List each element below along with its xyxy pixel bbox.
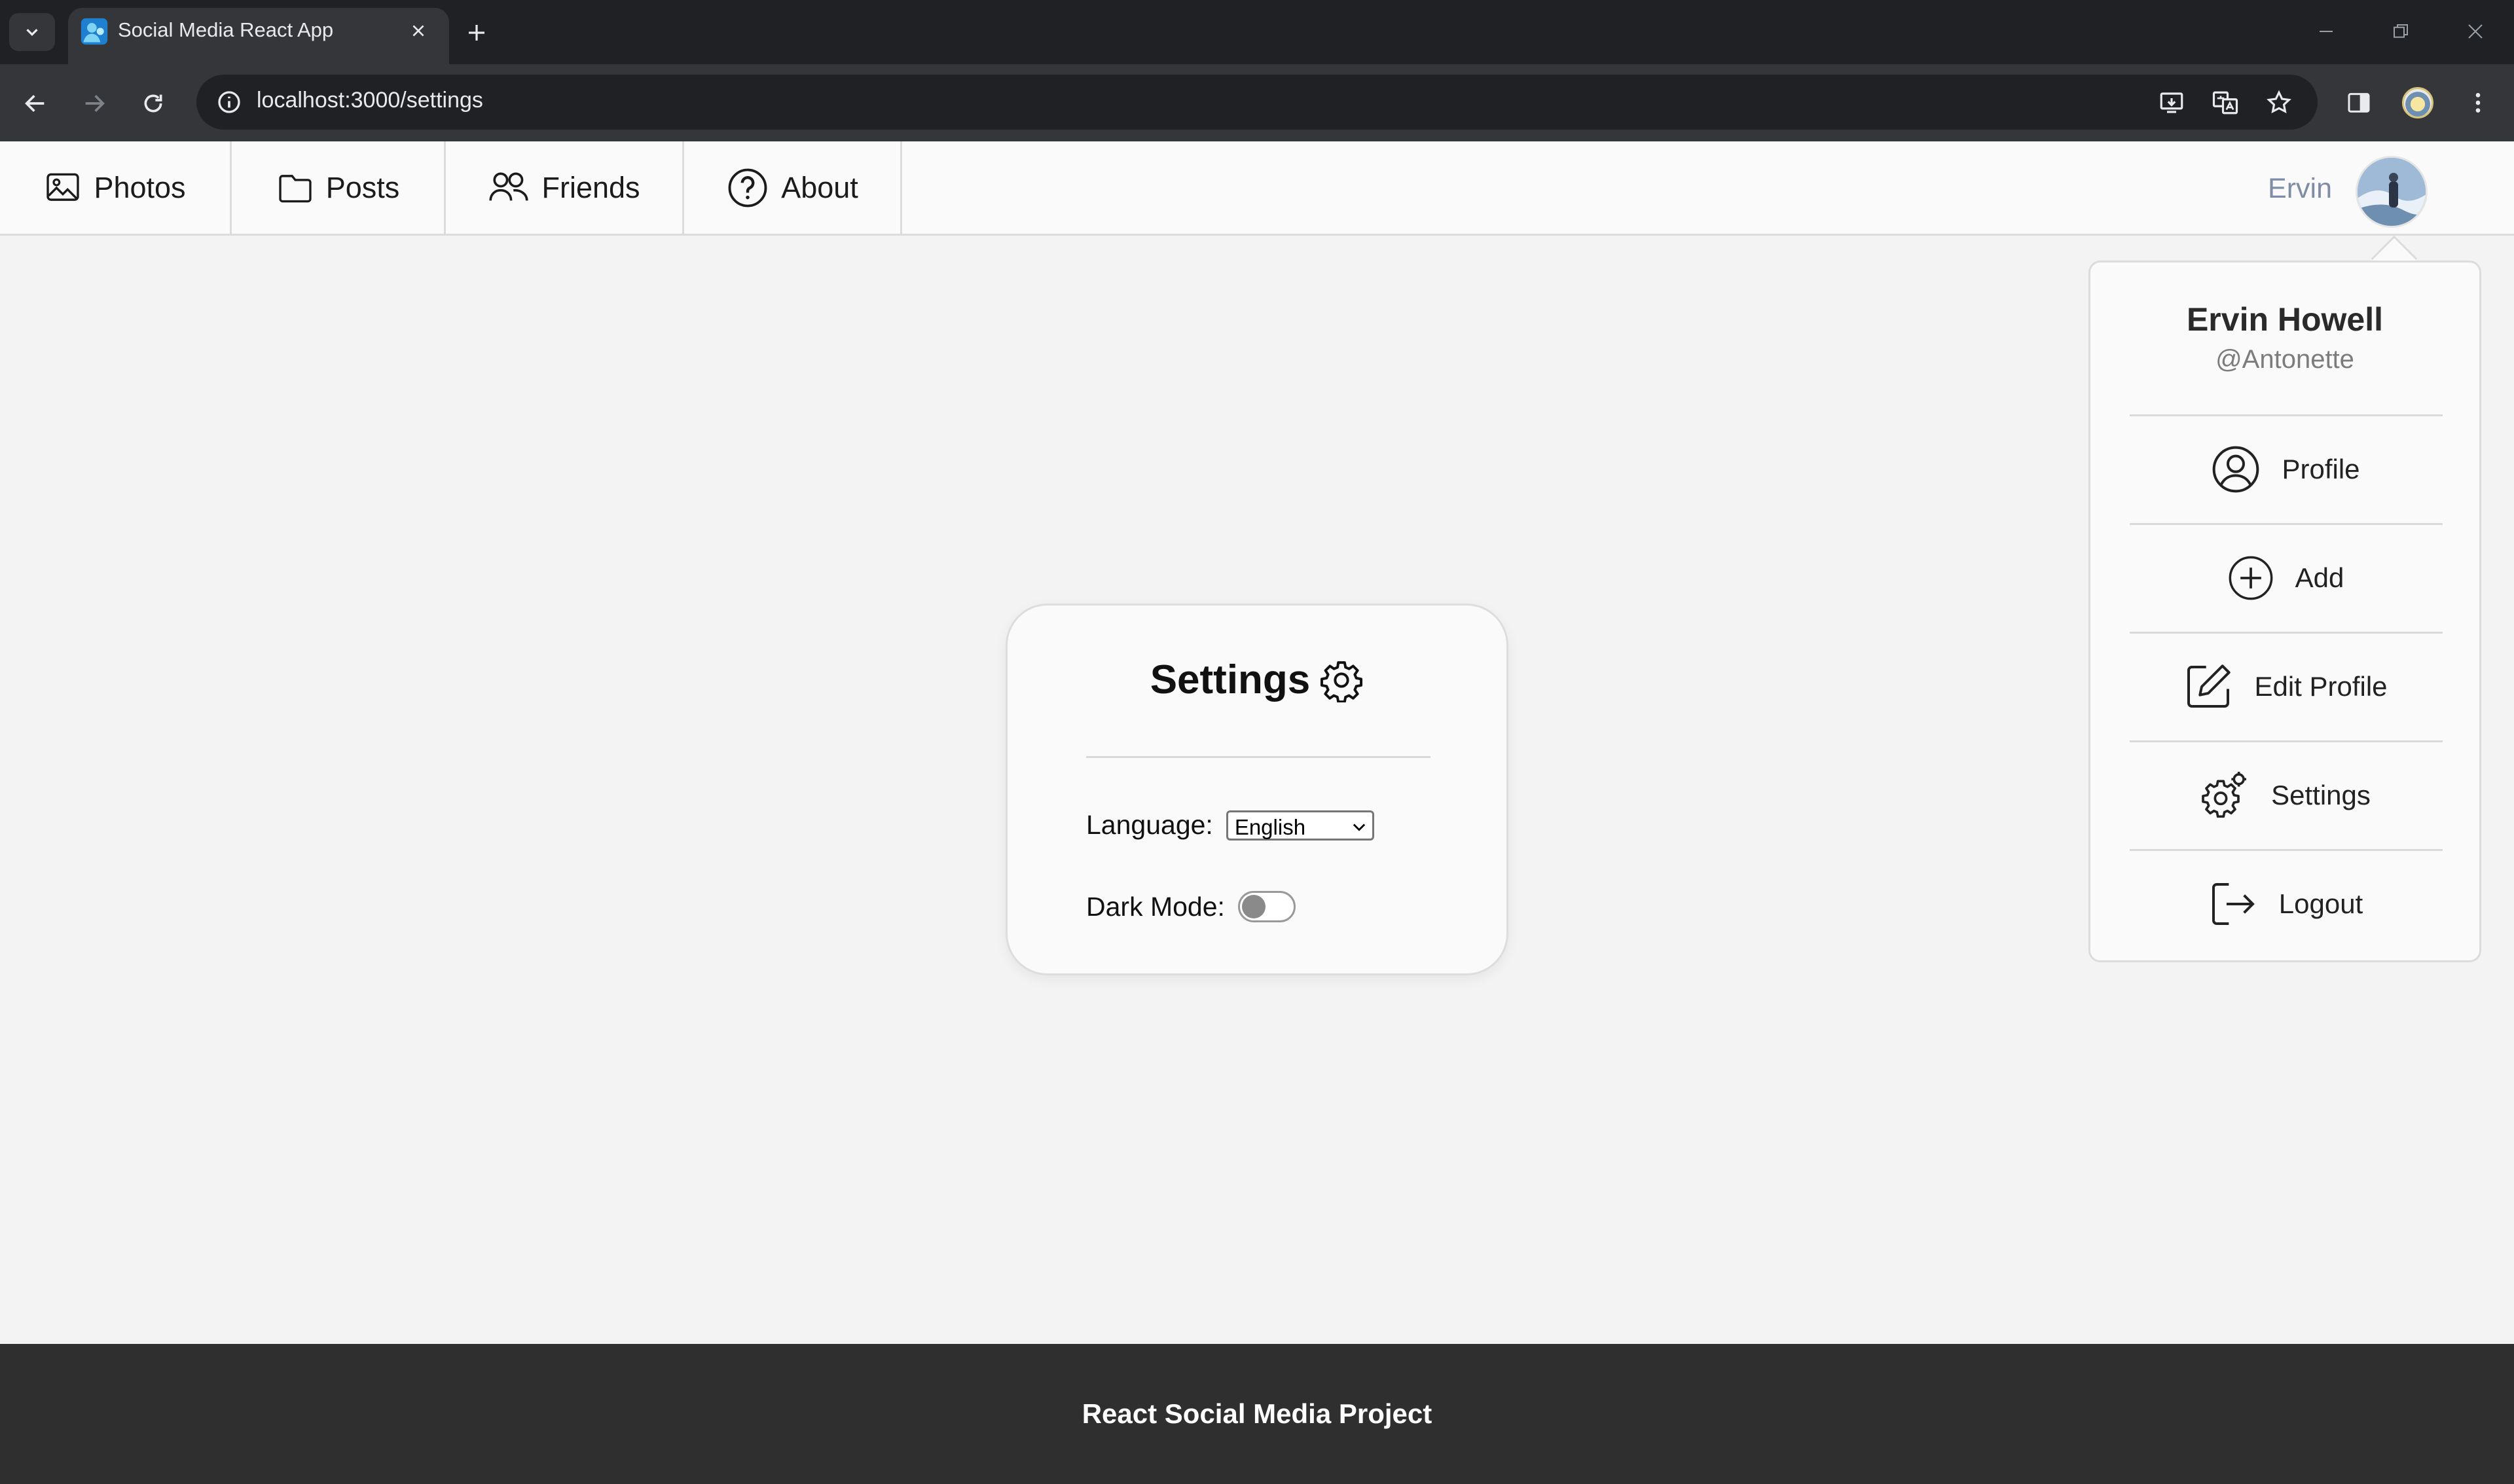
nav-user-name[interactable]: Ervin [2268,173,2332,205]
dark-mode-label: Dark Mode: [1086,891,1225,922]
more-vert-icon [2475,93,2481,113]
dark-mode-toggle[interactable] [1237,891,1296,922]
gear-icon [2202,772,2247,818]
chevron-down-icon [26,29,38,37]
dropdown-label-add: Add [2295,562,2344,593]
tab-title: Social Media React App [118,18,334,41]
install-icon [2160,92,2183,113]
browser-profile-avatar [2402,87,2433,118]
settings-card: Settings Language: English Dark Mode: [1006,604,1508,975]
avatar-photo [2358,158,2426,226]
forward-button[interactable] [73,82,115,124]
folder-icon [279,174,312,202]
dropdown-label-profile: Profile [2282,454,2360,484]
minimize-icon [2320,31,2333,32]
dropdown-item-add[interactable]: Add [2090,524,2479,632]
settings-heading: Settings [1008,657,1506,703]
dark-mode-row: Dark Mode: [1086,891,1296,922]
close-icon [412,25,424,37]
dropdown-username: @Antonette [2215,345,2354,374]
nav-item-posts[interactable]: Posts [232,141,446,234]
address-bar[interactable]: localhost:3000/settings [196,75,2318,130]
reload-icon [144,94,162,113]
settings-divider [1086,756,1430,758]
star-icon [2267,90,2291,114]
user-circle-icon [2213,446,2259,493]
close-icon [2468,24,2483,39]
restore-icon [2394,24,2408,38]
dropdown-full-name: Ervin Howell [2186,301,2384,338]
chevron-down-icon [1353,823,1365,831]
restore-button[interactable] [2378,13,2424,50]
install-app-button[interactable] [2154,85,2189,120]
plus-circle-icon [2229,556,2273,600]
image-icon [46,173,80,201]
footer-text: React Social Media Project [1082,1398,1432,1429]
translate-icon [2212,91,2238,115]
user-avatar[interactable] [2356,156,2428,228]
dropdown-label-edit-profile: Edit Profile [2254,671,2388,702]
gear-icon [1321,661,1363,702]
nav-item-friends[interactable]: Friends [446,141,684,234]
site-info-button[interactable] [213,86,245,118]
plus-icon [469,25,484,41]
browser-toolbar: localhost:3000/settings [0,64,2514,141]
app-favicon-icon [81,18,108,45]
page-footer: React Social Media Project [0,1344,2514,1484]
minimize-button[interactable] [2303,13,2349,50]
tab-close-button[interactable] [402,14,435,47]
nav-label-posts: Posts [325,170,400,204]
browser-profile-button[interactable] [2396,81,2439,124]
dropdown-label-logout: Logout [2278,888,2363,919]
bookmark-button[interactable] [2261,85,2297,120]
browser-menu-button[interactable] [2456,81,2500,124]
nav-label-about: About [781,170,858,204]
translate-button[interactable] [2208,85,2243,120]
logout-icon [2212,883,2255,925]
tab-search-button[interactable] [9,13,55,51]
dropdown-item-edit-profile[interactable]: Edit Profile [2090,633,2479,740]
language-select-value: English [1234,814,1306,839]
side-panel-icon [2348,93,2370,113]
info-icon [218,91,240,113]
back-button[interactable] [14,82,56,124]
edit-icon [2187,664,2231,708]
app-navbar: Photos Posts Friends About Ervin [0,141,2514,236]
nav-item-about[interactable]: About [684,141,902,234]
browser-tab-active[interactable]: Social Media React App [68,8,449,64]
nav-item-photos[interactable]: Photos [0,141,232,234]
user-dropdown-menu: Ervin Howell @Antonette Profile Add Edit… [2088,261,2481,962]
toggle-knob [1241,895,1266,918]
question-circle-icon [728,168,767,207]
dropdown-item-logout[interactable]: Logout [2090,850,2479,958]
users-icon [489,172,529,201]
new-tab-button[interactable] [458,14,495,51]
reload-button[interactable] [132,82,174,124]
dropdown-item-settings[interactable]: Settings [2090,742,2479,849]
nav-label-photos: Photos [94,170,186,204]
arrow-left-icon [25,95,45,112]
dropdown-label-settings: Settings [2271,780,2371,810]
language-select[interactable]: English [1226,810,1374,841]
browser-tab-strip: Social Media React App [0,0,2514,64]
language-label: Language: [1086,810,1213,840]
settings-title: Settings [1150,657,1311,702]
nav-label-friends: Friends [541,170,640,204]
side-panel-button[interactable] [2337,81,2380,124]
language-row: Language: English [1086,810,1374,841]
arrow-right-icon [85,95,105,112]
close-window-button[interactable] [2452,13,2498,50]
url-text: localhost:3000/settings [257,88,483,113]
dropdown-item-profile[interactable]: Profile [2090,416,2479,523]
